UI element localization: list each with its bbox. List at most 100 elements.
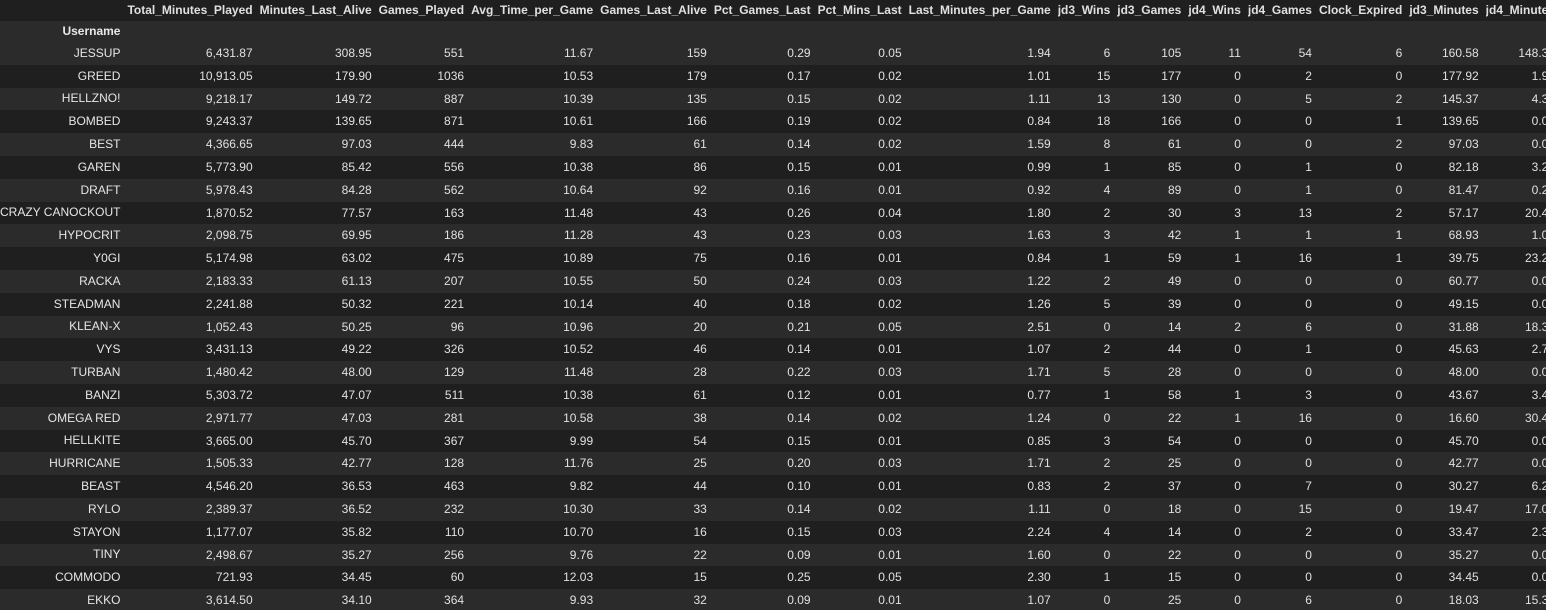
table-cell: 0.15 — [787, 159, 811, 174]
table-cell: 8 — [1103, 137, 1111, 152]
row-label: OMEGA RED — [47, 410, 121, 425]
table-cell: 13 — [1096, 91, 1111, 106]
table-cell: 11 — [1228, 46, 1241, 60]
table-cell: 54 — [1298, 46, 1312, 60]
table-cell: 15 — [1096, 68, 1111, 83]
table-cell: 0.01 — [878, 182, 902, 197]
table-cell: 42.77 — [341, 456, 372, 471]
table-cell: 5,978.43 — [205, 182, 253, 197]
table-cell: 0 — [1395, 342, 1403, 357]
table-cell: 34.45 — [1448, 570, 1479, 585]
table-cell: 0.26 — [787, 205, 811, 220]
table-cell: 0.05 — [878, 570, 902, 585]
table-cell: 60.77 — [1448, 273, 1479, 288]
column-header: Last_Minutes_per_Game — [908, 3, 1051, 17]
table-cell: 1 — [1234, 410, 1241, 425]
table-cell: 20.40 — [1525, 205, 1546, 220]
row-label: DRAFT — [80, 182, 121, 197]
table-cell: 0 — [1234, 593, 1241, 608]
table-cell: 562 — [444, 182, 465, 197]
table-cell: 145.37 — [1441, 91, 1479, 106]
table-cell: 49 — [1167, 273, 1182, 288]
table-cell: 364 — [444, 593, 465, 608]
table-cell: 0.02 — [878, 501, 902, 516]
table-cell: 2 — [1234, 319, 1241, 334]
table-cell: 0.12 — [787, 387, 811, 402]
table-cell: 0 — [1234, 137, 1241, 152]
table-cell: 35.27 — [341, 547, 372, 562]
table-cell: 0.83 — [1027, 479, 1051, 494]
column-header: Total_Minutes_Played — [127, 3, 253, 17]
table-cell: 0.85 — [1027, 433, 1051, 448]
table-cell: 39.75 — [1448, 251, 1479, 266]
index-row-blank — [818, 21, 909, 42]
table-cell: 42 — [1167, 228, 1182, 243]
index-row-blank — [260, 21, 379, 42]
table-cell: 0 — [1395, 296, 1403, 311]
table-cell: 11.48 — [563, 365, 594, 380]
column-header: Clock_Expired — [1318, 3, 1403, 17]
table-cell: 58 — [1167, 387, 1182, 402]
table-cell: 0 — [1234, 182, 1241, 197]
column-header: jd4_Minutes — [1485, 3, 1546, 17]
table-cell: 3,665.00 — [205, 433, 253, 448]
table-cell: 0.14 — [787, 501, 811, 516]
table-cell: 0.77 — [1027, 387, 1051, 402]
index-name-row: Username — [0, 21, 1546, 42]
row-label: HELLKITE — [63, 433, 121, 448]
table-cell: 16 — [1298, 251, 1312, 266]
index-row-blank — [1188, 21, 1248, 42]
table-cell: 0.00 — [1531, 273, 1546, 288]
table-cell: 3 — [1305, 387, 1312, 402]
table-cell: 97.03 — [1448, 137, 1479, 152]
table-cell: 0 — [1395, 159, 1403, 174]
row-label: STEADMAN — [53, 296, 121, 311]
table-cell: 207 — [444, 273, 465, 288]
table-cell: 128 — [444, 456, 465, 471]
table-cell: 221 — [444, 296, 465, 311]
table-cell: 2 — [1305, 524, 1312, 539]
table-cell: 54 — [693, 433, 707, 448]
table-row: EKKO 3,614.50 34.10 364 9.93 32 0.09 0.01 1.07 0 2… — [0, 589, 1546, 610]
table-cell: 18 — [1167, 501, 1182, 516]
table-cell: 3,431.13 — [205, 342, 253, 357]
table-row: HELLKITE 3,665.00 45.70 367 9.99 54 0.15 0.01 0.… — [0, 429, 1546, 453]
table-cell: 92 — [693, 182, 707, 197]
table-cell: 34.45 — [341, 570, 372, 585]
table-cell: 5,174.98 — [205, 251, 253, 266]
table-row: HURRICANE 1,505.33 42.77 128 11.76 25 0.20 0.03… — [0, 452, 1546, 476]
table-cell: 48.00 — [1448, 365, 1479, 380]
table-cell: 0 — [1305, 547, 1312, 562]
table-cell: 0.03 — [878, 365, 902, 380]
table-cell: 4,366.65 — [205, 137, 253, 152]
table-cell: 1 — [1103, 387, 1111, 402]
table-row: RACKA 2,183.33 61.13 207 10.55 50 0.24 0.03 1.22… — [0, 269, 1546, 293]
table-cell: 139.65 — [334, 114, 372, 129]
table-cell: 43.67 — [1448, 387, 1479, 402]
table-cell: 9,243.37 — [205, 114, 253, 129]
table-cell: 36.52 — [341, 501, 372, 516]
table-cell: 18.03 — [1448, 593, 1479, 608]
table-cell: 0.02 — [878, 114, 902, 129]
table-cell: 0 — [1305, 114, 1312, 129]
table-cell: 3,614.50 — [205, 593, 253, 608]
table-cell: 18 — [1096, 114, 1111, 129]
table-cell: 0.14 — [787, 410, 811, 425]
table-cell: 0.04 — [878, 205, 902, 220]
table-cell: 0.29 — [787, 46, 811, 60]
table-cell: 2,241.88 — [205, 296, 253, 311]
table-cell: 10.14 — [563, 296, 594, 311]
row-label: BANZI — [85, 387, 121, 402]
table-cell: 30.27 — [1448, 479, 1479, 494]
table-cell: 1.22 — [1027, 273, 1051, 288]
table-cell: 0 — [1234, 501, 1241, 516]
table-cell: 0 — [1103, 501, 1111, 516]
column-header: jd3_Minutes — [1409, 3, 1479, 17]
table-cell: 0 — [1395, 456, 1403, 471]
table-cell: 11.28 — [563, 228, 594, 243]
table-cell: 0.01 — [878, 387, 902, 402]
table-cell: 36.53 — [341, 479, 372, 494]
table-cell: 31.88 — [1448, 319, 1479, 334]
table-row: STEADMAN 2,241.88 50.32 221 10.14 40 0.18 0.02 1… — [0, 292, 1546, 316]
table-cell: 43 — [693, 228, 707, 243]
